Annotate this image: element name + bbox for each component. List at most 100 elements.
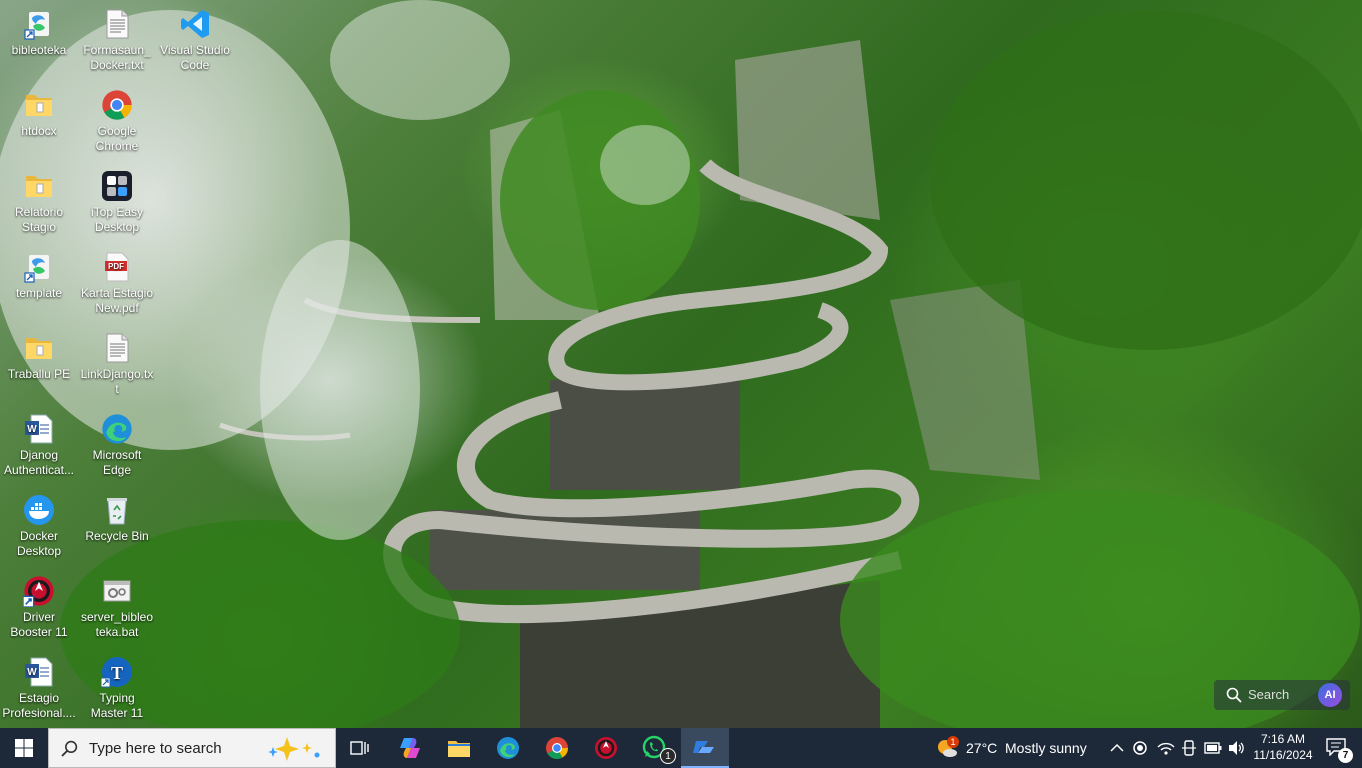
typing-master-icon: T <box>100 656 133 688</box>
widget-search-bar[interactable]: Search AI <box>1214 680 1350 710</box>
driver-booster-icon <box>595 737 617 759</box>
word-icon: W <box>23 413 55 445</box>
search-highlight-icon <box>268 737 320 761</box>
desktop-icon-htdocx[interactable]: htdocx <box>0 89 78 139</box>
desktop-icon-driver-booster-11[interactable]: Driver Booster 11 <box>0 575 78 640</box>
desktop-icon-visual-studio-code[interactable]: Visual Studio Code <box>156 8 234 73</box>
copilot-button[interactable] <box>386 728 434 768</box>
svg-text:W: W <box>27 424 37 435</box>
desktop-icon-relatorio-stagio[interactable]: Relatorio Stagio <box>0 170 78 235</box>
folder-icon <box>23 89 55 121</box>
app-shortcut-icon <box>23 8 55 40</box>
desktop-icon-estagio-profesional[interactable]: W Estagio Profesional.... <box>0 656 78 721</box>
desktop-wallpaper <box>0 0 1362 728</box>
itop-icon <box>101 170 133 202</box>
chrome-icon <box>101 89 133 121</box>
desktop-icon-label: Docker Desktop <box>16 529 62 558</box>
driver-booster-taskbar-button[interactable] <box>582 728 630 768</box>
svg-text:T: T <box>111 663 123 683</box>
volume-icon[interactable] <box>1228 740 1246 756</box>
driver-booster-icon <box>22 575 55 608</box>
start-button[interactable] <box>0 728 48 768</box>
weather-widget[interactable]: 1 27°C Mostly sunny <box>930 728 1095 768</box>
desktop-icon-karta-estagio-new-pdf[interactable]: PDF Karta Estagio New.pdf <box>78 251 156 316</box>
chrome-icon <box>546 737 568 759</box>
edge-icon <box>497 737 519 759</box>
file-explorer-button[interactable] <box>435 728 483 768</box>
copilot-icon <box>400 738 420 758</box>
desktop-icon-label: iTop Easy Desktop <box>90 205 144 234</box>
desktop-icon-template[interactable]: template <box>0 251 78 301</box>
phone-link-icon[interactable] <box>1181 740 1197 756</box>
desktop-icon-label: LinkDjango.txt <box>80 367 154 396</box>
desktop-icon-linkdjango-txt[interactable]: LinkDjango.txt <box>78 332 156 397</box>
desktop-icon-label: bibleoteka <box>11 43 67 57</box>
wifi-icon[interactable] <box>1157 740 1175 756</box>
docker-icon <box>23 494 55 526</box>
whatsapp-taskbar-button[interactable]: 1 <box>631 728 679 768</box>
battery-icon[interactable] <box>1204 742 1222 754</box>
text-file-icon <box>101 8 133 40</box>
desktop-icon-bibleoteka[interactable]: bibleoteka <box>0 8 78 58</box>
desktop-icon-label: Typing Master 11 <box>90 691 144 720</box>
remote-app-taskbar-button[interactable] <box>681 728 729 768</box>
text-file-icon <box>101 332 133 364</box>
chevron-up-icon[interactable] <box>1110 742 1124 754</box>
weather-badge: 1 <box>947 736 959 748</box>
batch-file-icon <box>101 575 133 607</box>
desktop-icon-label: Formasaun_Docker.txt <box>83 43 151 72</box>
search-icon <box>61 740 78 757</box>
taskbar: Type here to search 1 1 27°C Mostly sunn… <box>0 728 1362 768</box>
search-icon <box>1226 687 1242 703</box>
windows-logo-icon <box>15 739 33 757</box>
folder-icon <box>23 332 55 364</box>
desktop-icon-microsoft-edge[interactable]: Microsoft Edge <box>78 413 156 478</box>
pdf-icon: PDF <box>101 251 133 283</box>
whatsapp-unread-badge: 1 <box>660 748 676 764</box>
folder-icon <box>448 741 470 757</box>
recycle-bin-icon <box>101 494 133 526</box>
clock[interactable]: 7:16 AM 11/16/2024 <box>1248 731 1318 763</box>
desktop-icon-docker-desktop[interactable]: Docker Desktop <box>0 494 78 559</box>
weather-condition: Mostly sunny <box>1005 740 1087 756</box>
task-view-icon <box>350 741 369 755</box>
desktop-icon-server-bibleoteka-bat[interactable]: server_bibleoteka.bat <box>78 575 156 640</box>
desktop-icon-label: Recycle Bin <box>85 529 149 543</box>
desktop-icon-label: Djanog Authenticat... <box>3 448 75 477</box>
vscode-icon <box>179 8 211 40</box>
desktop-icon-traballu-pe[interactable]: Traballu PE <box>0 332 78 382</box>
desktop-icon-label: Traballu PE <box>7 367 71 381</box>
desktop-icon-typing-master-11[interactable]: T Typing Master 11 <box>78 656 156 721</box>
desktop-icon-label: htdocx <box>21 124 57 138</box>
desktop-icon-label: Microsoft Edge <box>92 448 142 477</box>
record-icon[interactable] <box>1133 741 1147 755</box>
folder-icon <box>23 170 55 202</box>
desktop-icon-itop-easy-desktop[interactable]: iTop Easy Desktop <box>78 170 156 235</box>
desktop-icon-label: Driver Booster 11 <box>10 610 68 639</box>
clock-time: 7:16 AM <box>1260 732 1306 746</box>
desktop-icon-google-chrome[interactable]: Google Chrome <box>78 89 156 154</box>
desktop-icon-label: Visual Studio Code <box>160 43 230 72</box>
task-view-button[interactable] <box>336 728 384 768</box>
taskbar-search-box[interactable]: Type here to search <box>48 728 336 768</box>
desktop-icon-label: Estagio Profesional.... <box>2 691 76 720</box>
desktop-icon-recycle-bin[interactable]: Recycle Bin <box>78 494 156 544</box>
desktop-icon-label: server_bibleoteka.bat <box>80 610 154 639</box>
taskbar-search-placeholder: Type here to search <box>89 740 222 757</box>
notification-center-button[interactable]: 7 <box>1320 728 1362 768</box>
ai-badge-icon[interactable]: AI <box>1318 683 1342 707</box>
desktop-icon-djanog-authenticat[interactable]: W Djanog Authenticat... <box>0 413 78 478</box>
chrome-taskbar-button[interactable] <box>533 728 581 768</box>
svg-text:PDF: PDF <box>108 262 124 271</box>
clock-date: 11/16/2024 <box>1253 748 1313 762</box>
desktop-icon-label: Karta Estagio New.pdf <box>80 286 154 315</box>
edge-icon <box>101 413 133 445</box>
remote-icon <box>693 741 714 753</box>
desktop-icon-label: Relatorio Stagio <box>14 205 64 234</box>
svg-text:W: W <box>27 667 37 678</box>
word-icon: W <box>23 656 55 688</box>
desktop-icon-label: Google Chrome <box>95 124 139 153</box>
edge-taskbar-button[interactable] <box>484 728 532 768</box>
desktop-icon-formasaun-docker-txt[interactable]: Formasaun_Docker.txt <box>78 8 156 73</box>
desktop-icon-label: template <box>15 286 63 300</box>
